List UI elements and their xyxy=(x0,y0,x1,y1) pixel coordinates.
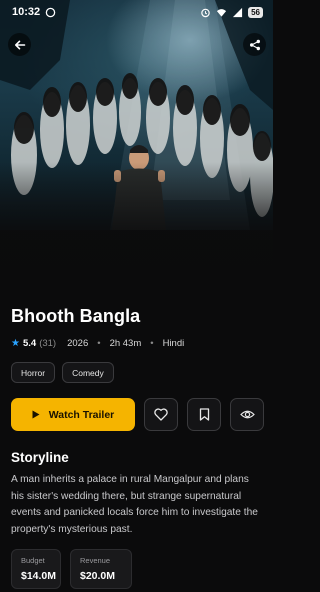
genre-chip-horror[interactable]: Horror xyxy=(11,362,56,383)
arrow-left-icon xyxy=(14,40,25,49)
movie-meta: ★ 5.4 (31) 2026 • 2h 43m • Hindi xyxy=(11,338,184,349)
watched-button[interactable] xyxy=(230,398,264,431)
budget-card: Budget $14.0M xyxy=(11,549,61,589)
budget-value: $14.0M xyxy=(21,570,57,582)
movie-language: Hindi xyxy=(162,338,185,349)
storyline-heading: Storyline xyxy=(11,450,69,465)
hero-gradient xyxy=(0,162,273,292)
movie-year: 2026 xyxy=(67,338,89,349)
wifi-icon xyxy=(217,8,227,17)
genre-chip-comedy[interactable]: Comedy xyxy=(62,362,114,383)
play-icon xyxy=(32,410,40,419)
eye-icon xyxy=(239,410,255,419)
status-time: 10:32 xyxy=(12,6,41,18)
bookmark-button[interactable] xyxy=(187,398,221,431)
watch-trailer-label: Watch Trailer xyxy=(48,408,115,421)
signal-icon xyxy=(233,7,243,17)
share-icon xyxy=(249,39,260,50)
budget-label: Budget xyxy=(21,556,45,565)
storyline-text: A man inherits a palace in rural Mangalp… xyxy=(11,474,258,535)
movie-title: Bhooth Bangla xyxy=(11,306,141,326)
separator-dot: • xyxy=(97,338,101,349)
like-button[interactable] xyxy=(144,398,178,431)
hero-poster xyxy=(0,0,273,292)
movie-rating: 5.4 xyxy=(22,338,37,349)
heart-icon xyxy=(154,408,168,421)
notification-icon xyxy=(45,7,56,17)
revenue-card: Revenue $20.0M xyxy=(70,549,132,589)
genre-list: Horror Comedy xyxy=(11,362,114,383)
back-button[interactable] xyxy=(8,33,31,56)
revenue-label: Revenue xyxy=(80,556,111,565)
watch-trailer-button[interactable]: Watch Trailer xyxy=(11,398,135,431)
stats-row: Budget $14.0M Revenue $20.0M xyxy=(11,549,132,589)
share-button[interactable] xyxy=(243,33,266,56)
separator-dot: • xyxy=(150,338,154,349)
battery-indicator: 56 xyxy=(248,6,263,18)
movie-duration: 2h 43m xyxy=(109,338,142,349)
bookmark-icon xyxy=(199,408,209,421)
revenue-value: $20.0M xyxy=(80,570,116,582)
star-icon: ★ xyxy=(11,338,20,349)
status-bar: 10:32 56 xyxy=(0,0,273,24)
alarm-icon xyxy=(201,8,210,17)
rating-count: (31) xyxy=(39,338,57,349)
action-row: Watch Trailer xyxy=(11,398,264,431)
